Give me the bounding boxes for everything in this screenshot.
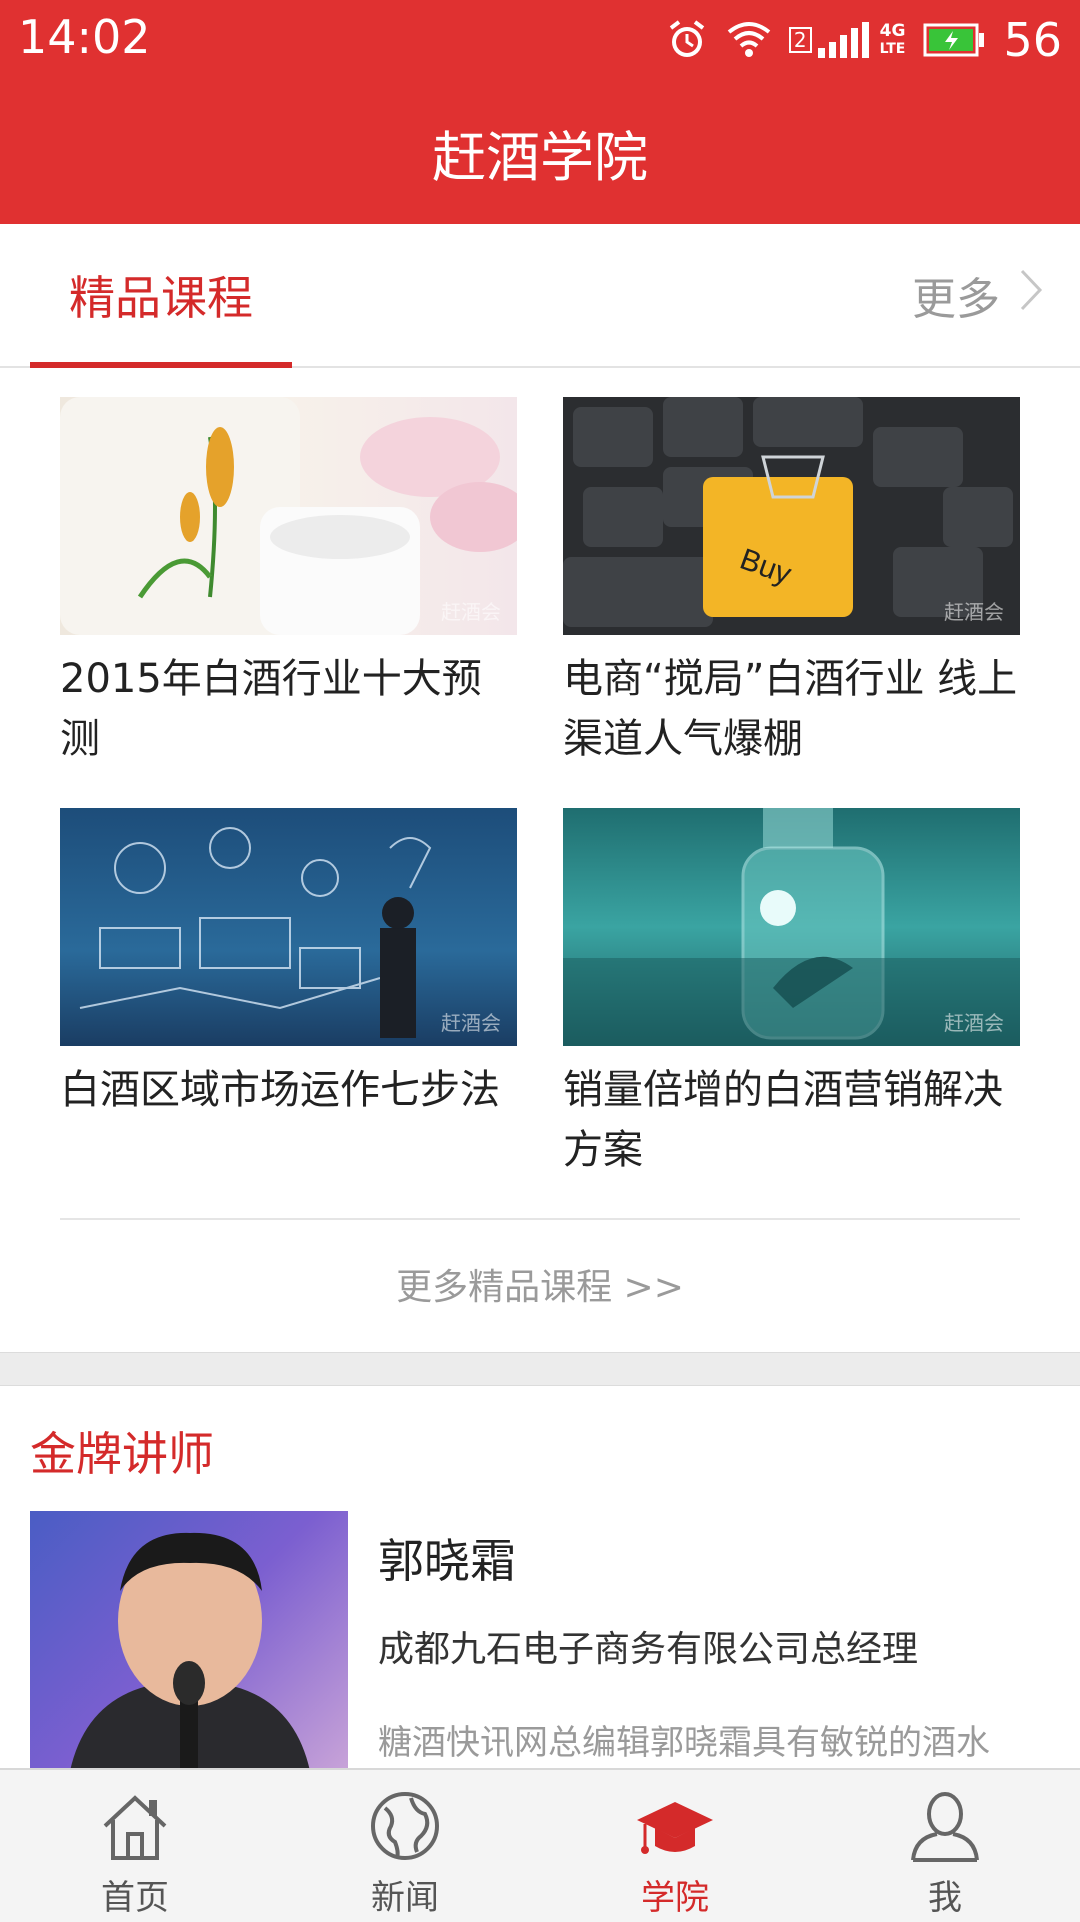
nav-label: 新闻 (371, 1878, 439, 1918)
course-card[interactable]: 赶酒会 2015年白酒行业十大预测 (60, 397, 517, 769)
home-icon (103, 1795, 167, 1860)
status-time: 14:02 (18, 10, 151, 64)
status-icons: 2 4G LTE 56 (665, 10, 1062, 70)
chevron-right-icon (1018, 267, 1044, 324)
graduation-cap-icon (637, 1802, 713, 1854)
course-title: 2015年白酒行业十大预测 (60, 656, 482, 762)
course-title: 销量倍增的白酒营销解决方案 (563, 1067, 1003, 1173)
course-thumbnail-baijiu-bottle: 赶酒会 (60, 397, 517, 635)
course-title: 白酒区域市场运作七步法 (60, 1067, 500, 1113)
teacher-name: 郭晓霜 (378, 1534, 516, 1588)
more-button[interactable]: 更多 (912, 224, 1044, 366)
alarm-icon (665, 18, 709, 62)
user-icon (911, 1792, 979, 1862)
battery-level: 56 (1003, 13, 1062, 67)
nav-label: 我 (928, 1878, 962, 1918)
bottom-nav: 首页 新闻 学院 我 (0, 1768, 1080, 1922)
course-thumbnail-glass-bottle: 赶酒会 (563, 808, 1020, 1046)
tab-indicator (30, 362, 292, 368)
course-thumbnail-strategy-board: 赶酒会 (60, 808, 517, 1046)
tab-label: 精品课程 (69, 271, 253, 325)
nav-news[interactable]: 新闻 (270, 1770, 540, 1922)
watermark: 赶酒会 (441, 1011, 501, 1035)
network-sub: LTE (879, 41, 906, 57)
status-bar: 14:02 2 4G LTE 56 (0, 0, 1080, 80)
section-separator (0, 1352, 1080, 1386)
tab-featured-courses[interactable]: 精品课程 (30, 224, 292, 366)
course-title: 电商“搅局”白酒行业 线上渠道人气爆棚 (563, 656, 1018, 762)
wifi-icon (727, 20, 771, 60)
more-label: 更多 (912, 274, 1000, 325)
battery-icon (923, 23, 985, 57)
page-title: 赶酒学院 (432, 125, 648, 189)
nav-label: 首页 (101, 1878, 169, 1918)
watermark: 赶酒会 (441, 600, 501, 624)
more-courses-link[interactable]: 更多精品课程 >> (0, 1258, 1080, 1310)
course-thumbnail-keyboard-buy: Buy 赶酒会 (563, 397, 1020, 635)
nav-me[interactable]: 我 (810, 1770, 1080, 1922)
watermark: 赶酒会 (944, 1011, 1004, 1035)
teacher-description: 糖酒快讯网总编辑郭晓霜具有敏锐的酒水 (378, 1723, 990, 1763)
globe-icon (371, 1792, 439, 1860)
course-card[interactable]: 赶酒会 白酒区域市场运作七步法 (60, 808, 517, 1120)
sim-slot-label: 2 (788, 27, 812, 53)
header-bar: 赶酒学院 (0, 80, 1080, 224)
course-card[interactable]: Buy 赶酒会 电商“搅局”白酒行业 线上渠道人气爆棚 (563, 397, 1020, 769)
section-tabs: 精品课程 更多 (0, 224, 1080, 368)
course-card[interactable]: 赶酒会 销量倍增的白酒营销解决方案 (563, 808, 1020, 1180)
teacher-photo[interactable] (30, 1511, 348, 1771)
nav-label: 学院 (641, 1878, 709, 1918)
nav-academy[interactable]: 学院 (540, 1770, 810, 1922)
divider (60, 1218, 1020, 1220)
teacher-company: 成都九石电子商务有限公司总经理 (378, 1629, 919, 1670)
nav-home[interactable]: 首页 (0, 1770, 270, 1922)
section-title-teachers: 金牌讲师 (30, 1427, 214, 1481)
watermark: 赶酒会 (944, 600, 1004, 624)
network-type: 4G (879, 21, 906, 41)
signal-icon: 2 4G LTE (788, 21, 906, 58)
